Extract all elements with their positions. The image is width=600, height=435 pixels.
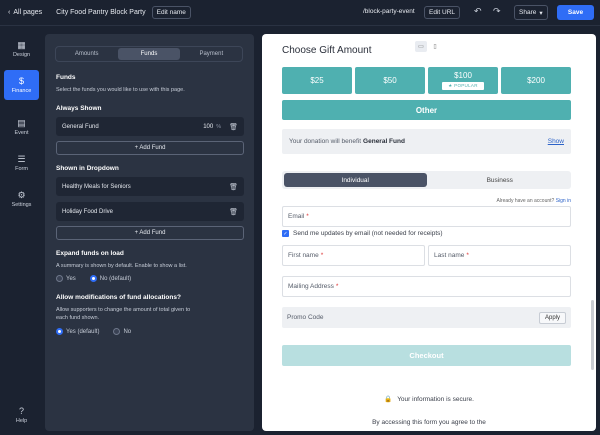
always-fund-row[interactable]: General Fund 100 % 🗑 xyxy=(56,117,244,136)
donor-type-toggle: Individual Business xyxy=(282,171,571,189)
dropdown-fund-row[interactable]: Healthy Meals for Seniors 🗑 xyxy=(56,177,244,196)
preview-scrollbar[interactable] xyxy=(591,300,594,370)
form-icon: ☰ xyxy=(17,153,26,164)
tab-business[interactable]: Business xyxy=(429,171,572,189)
nav-rail: ▦ Design $ Finance ▤ Event ☰ Form ⚙ Sett… xyxy=(0,26,43,435)
allow-description-1: Allow supporters to change the amount of… xyxy=(56,307,191,313)
amount-option[interactable]: $50 xyxy=(355,67,425,94)
page-url: /block-party-event xyxy=(363,8,415,15)
amount-option-popular[interactable]: $100 ★ POPULAR xyxy=(428,67,498,94)
edit-url-button[interactable]: Edit URL xyxy=(424,6,461,19)
apply-promo-button[interactable]: Apply xyxy=(538,311,566,324)
sign-in-prompt: Already have an account? Sign in xyxy=(496,198,571,204)
redo-icon[interactable]: ↷ xyxy=(493,6,501,17)
finance-tabs: Amounts Funds Payment xyxy=(55,46,243,62)
trash-icon[interactable]: 🗑 xyxy=(229,183,238,191)
add-fund-button[interactable]: + Add Fund xyxy=(56,141,244,155)
expand-description: A summary is shown by default. Enable to… xyxy=(56,263,187,269)
share-button[interactable]: Share ▾ xyxy=(514,5,548,20)
expand-no-radio[interactable] xyxy=(89,275,97,282)
allow-yes-radio[interactable] xyxy=(56,328,63,335)
undo-icon[interactable]: ↶ xyxy=(474,6,482,17)
rail-item-help[interactable]: ? Help xyxy=(4,400,39,430)
desktop-icon[interactable]: ▭ xyxy=(415,41,427,52)
dollar-icon: $ xyxy=(18,75,24,86)
all-pages-link[interactable]: ‹ All pages xyxy=(8,9,42,16)
mobile-icon[interactable]: ▯ xyxy=(429,41,441,52)
calendar-icon: ▤ xyxy=(17,117,26,128)
tab-amounts[interactable]: Amounts xyxy=(56,47,117,61)
rail-item-form[interactable]: ☰ Form xyxy=(4,148,39,178)
checkmark-icon: ✓ xyxy=(282,230,289,237)
caret-down-icon: ▾ xyxy=(539,9,543,17)
rail-item-event[interactable]: ▤ Event xyxy=(4,112,39,142)
lock-icon: 🔒 xyxy=(384,396,393,403)
percent-sign: % xyxy=(216,123,222,130)
fund-name: Healthy Meals for Seniors xyxy=(62,183,131,190)
finance-settings-panel: Amounts Funds Payment Funds Select the f… xyxy=(45,34,254,431)
tab-funds[interactable]: Funds xyxy=(118,48,180,60)
allow-description-2: each fund shown. xyxy=(56,315,100,321)
chevron-left-icon: ‹ xyxy=(8,9,11,16)
amount-option[interactable]: $200 xyxy=(501,67,571,94)
help-icon: ? xyxy=(18,405,24,416)
rail-item-design[interactable]: ▦ Design xyxy=(4,34,39,64)
expand-yes-radio[interactable] xyxy=(56,275,63,282)
add-dropdown-fund-button[interactable]: + Add Fund xyxy=(56,226,244,240)
amount-option[interactable]: $25 xyxy=(282,67,352,94)
last-name-field[interactable]: Last name * xyxy=(428,245,571,266)
fund-name: Holiday Food Drive xyxy=(62,208,114,215)
checkout-button[interactable]: Checkout xyxy=(282,345,571,366)
email-field[interactable]: Email * xyxy=(282,206,571,227)
other-amount-button[interactable]: Other xyxy=(282,100,571,120)
trash-icon[interactable]: 🗑 xyxy=(229,123,238,131)
rail-item-settings[interactable]: ⚙ Settings xyxy=(4,184,39,214)
preview-title: Choose Gift Amount xyxy=(282,45,372,56)
always-shown-heading: Always Shown xyxy=(56,105,102,112)
promo-code-field[interactable]: Promo Code Apply xyxy=(282,307,571,328)
fund-benefit-notice: Your donation will benefit General Fund … xyxy=(282,129,571,154)
email-updates-checkbox[interactable]: ✓ Send me updates by email (not needed f… xyxy=(282,230,443,237)
fund-name: General Fund xyxy=(62,123,99,130)
tab-payment[interactable]: Payment xyxy=(181,47,242,61)
device-toggle: ▭ ▯ xyxy=(415,41,441,52)
rail-item-finance[interactable]: $ Finance xyxy=(4,70,39,100)
top-bar: ‹ All pages City Food Pantry Block Party… xyxy=(0,0,600,26)
sign-in-link[interactable]: Sign in xyxy=(556,198,571,204)
mailing-address-field[interactable]: Mailing Address * xyxy=(282,276,571,297)
expand-radio-group: Yes No (default) xyxy=(56,275,131,282)
show-funds-link[interactable]: Show xyxy=(548,138,564,145)
dropdown-heading: Shown in Dropdown xyxy=(56,165,119,172)
expand-heading: Expand funds on load xyxy=(56,250,124,257)
tab-individual[interactable]: Individual xyxy=(284,173,427,187)
save-button[interactable]: Save xyxy=(557,5,594,20)
trash-icon[interactable]: 🗑 xyxy=(229,208,238,216)
funds-description: Select the funds you would like to use w… xyxy=(56,87,185,93)
edit-name-button[interactable]: Edit name xyxy=(151,6,191,19)
page-title: City Food Pantry Block Party xyxy=(56,9,146,16)
allow-radio-group: Yes (default) No xyxy=(56,328,131,335)
popular-badge: ★ POPULAR xyxy=(442,82,484,90)
allow-heading: Allow modifications of fund allocations? xyxy=(56,294,181,301)
first-name-field[interactable]: First name * xyxy=(282,245,425,266)
allow-no-radio[interactable] xyxy=(113,328,121,335)
fund-percent-input[interactable]: 100 xyxy=(203,124,213,130)
terms-notice: By accessing this form you agree to the xyxy=(372,419,486,426)
form-preview: Choose Gift Amount ▭ ▯ $25 $50 $100 ★ PO… xyxy=(262,34,596,431)
gear-icon: ⚙ xyxy=(17,189,26,200)
layout-icon: ▦ xyxy=(17,39,26,50)
secure-notice: 🔒 Your information is secure. xyxy=(384,395,474,404)
dropdown-fund-row[interactable]: Holiday Food Drive 🗑 xyxy=(56,202,244,221)
funds-heading: Funds xyxy=(56,74,76,81)
